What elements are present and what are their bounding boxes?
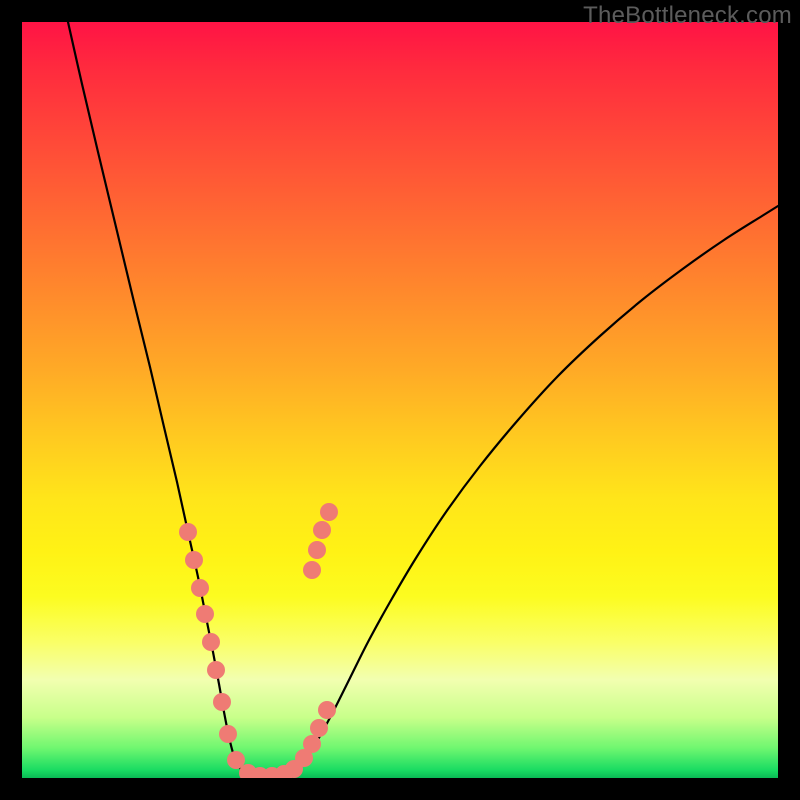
highlight-dot bbox=[207, 661, 225, 679]
v-curve bbox=[68, 22, 778, 777]
highlight-dot bbox=[179, 523, 197, 541]
highlight-dot bbox=[310, 719, 328, 737]
highlight-dot bbox=[196, 605, 214, 623]
watermark-text: TheBottleneck.com bbox=[583, 2, 792, 30]
highlight-dot bbox=[313, 521, 331, 539]
chart-svg bbox=[22, 22, 778, 778]
highlight-dot bbox=[303, 561, 321, 579]
highlight-dot bbox=[191, 579, 209, 597]
highlight-dot bbox=[320, 503, 338, 521]
highlight-dots-group bbox=[179, 503, 338, 778]
highlight-dot bbox=[213, 693, 231, 711]
highlight-dot bbox=[219, 725, 237, 743]
highlight-dot bbox=[185, 551, 203, 569]
highlight-dot bbox=[308, 541, 326, 559]
highlight-dot bbox=[318, 701, 336, 719]
chart-frame bbox=[22, 22, 778, 778]
highlight-dot bbox=[202, 633, 220, 651]
highlight-dot bbox=[303, 735, 321, 753]
